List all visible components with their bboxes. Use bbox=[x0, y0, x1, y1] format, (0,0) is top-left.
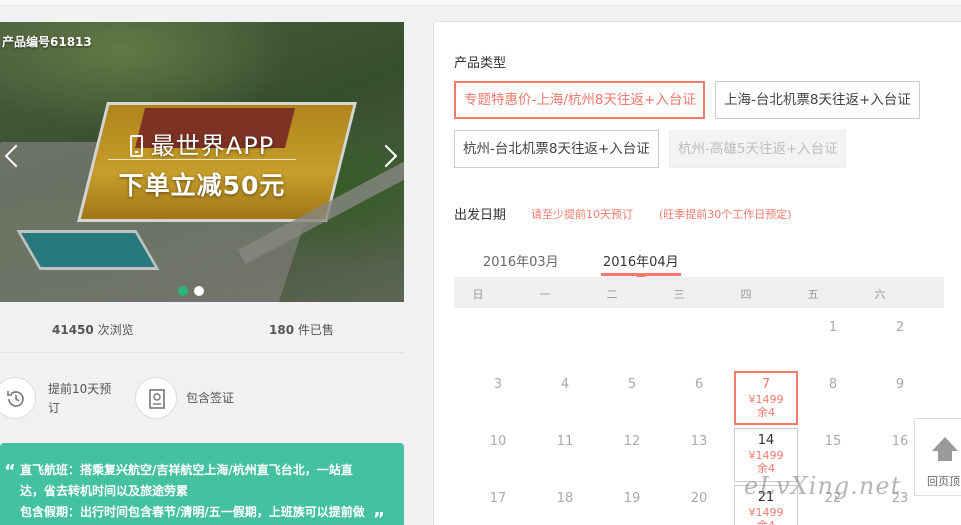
product-type-option-1[interactable]: 专题特惠价-上海/杭州8天往返+入台证 bbox=[454, 81, 705, 119]
highlight-line: 包含假期：出行时间包含春节/清明/五一假期，上班族可以提前做 bbox=[20, 505, 365, 519]
calendar-day: 15 bbox=[824, 434, 842, 449]
carousel-dots bbox=[178, 281, 210, 300]
calendar-day: 5 bbox=[627, 377, 637, 392]
back-to-top-button[interactable]: 回页顶 bbox=[914, 418, 961, 496]
carousel-dot-1[interactable] bbox=[178, 286, 188, 296]
product-type-option-2[interactable]: 上海-台北机票8天往返+入台证 bbox=[715, 81, 920, 119]
calendar-day: 11 bbox=[556, 434, 574, 449]
visa-document-icon bbox=[135, 377, 177, 419]
product-type-option-4: 杭州-高雄5天往返+入台证 bbox=[669, 130, 846, 168]
calendar-day: 4 bbox=[560, 377, 570, 392]
clock-history-icon bbox=[0, 377, 36, 419]
promo-subtitle: 下单立减50元 bbox=[118, 171, 286, 200]
product-code: 产品编号61813 bbox=[2, 35, 92, 49]
calendar-day: 1 bbox=[828, 320, 838, 335]
day-number: 14 bbox=[757, 433, 775, 448]
quote-open-icon: “ bbox=[4, 461, 16, 482]
weekday-label: 二 bbox=[606, 288, 618, 301]
phone-icon bbox=[129, 135, 143, 157]
calendar-day: 2 bbox=[895, 320, 905, 335]
departure-date-title: 出发日期 bbox=[454, 208, 507, 223]
promo-title: 最世界APP bbox=[0, 126, 404, 161]
day-price: ¥1499 bbox=[748, 393, 784, 406]
day-stock: 余4 bbox=[757, 406, 775, 419]
weekday-label: 三 bbox=[673, 288, 685, 301]
calendar-weekday-header: 日一二三四五六 bbox=[454, 277, 944, 308]
tab-month-april[interactable]: 2016年04月 bbox=[603, 251, 679, 270]
weekday-label: 日 bbox=[472, 288, 484, 301]
calendar-day: 6 bbox=[694, 377, 704, 392]
back-to-top-label: 回页顶 bbox=[927, 475, 960, 488]
promo-divider bbox=[108, 159, 296, 160]
calendar-day: 19 bbox=[623, 491, 641, 506]
booking-notice: 请至少提前10天预订 bbox=[531, 208, 633, 221]
quote-close-icon: ” bbox=[373, 509, 385, 525]
product-highlights: “ 直飞航班：搭乘复兴航空/吉祥航空上海/杭州直飞台北，一站直 达，省去转机时间… bbox=[0, 443, 404, 525]
weekday-label: 一 bbox=[539, 288, 551, 301]
product-stats: 41450 次浏览 180 件已售 bbox=[0, 302, 404, 353]
highlight-line: 达，省去转机时间以及旅途劳累 bbox=[20, 484, 189, 498]
calendar-day: 9 bbox=[895, 377, 905, 392]
day-stock: 余4 bbox=[735, 519, 797, 525]
product-features: 提前10天预订 包含签证 bbox=[0, 353, 404, 443]
product-banner-carousel[interactable]: 产品编号61813 最世界APP 下单立减50元 bbox=[0, 22, 404, 302]
watermark-logo: eLvXing.net bbox=[744, 472, 902, 500]
top-strip bbox=[0, 0, 961, 6]
tab-month-march[interactable]: 2016年03月 bbox=[483, 251, 559, 270]
calendar-day: 12 bbox=[623, 434, 641, 449]
calendar-day: 13 bbox=[690, 434, 708, 449]
weekday-label: 六 bbox=[874, 288, 886, 301]
views-stat: 41450 次浏览 bbox=[52, 323, 134, 337]
peak-season-notice: (旺季提前30个工作日预定) bbox=[659, 208, 792, 221]
carousel-dot-2[interactable] bbox=[194, 286, 204, 296]
calendar-day: 18 bbox=[556, 491, 574, 506]
calendar-day: 3 bbox=[493, 377, 503, 392]
calendar-day: 20 bbox=[690, 491, 708, 506]
visa-included-label: 包含签证 bbox=[186, 391, 235, 405]
calendar-day: 17 bbox=[489, 491, 507, 506]
day-price: ¥1499 bbox=[748, 506, 784, 519]
booking-panel: 产品类型 专题特惠价-上海/杭州8天往返+入台证 上海-台北机票8天往返+入台证… bbox=[433, 21, 961, 525]
calendar-day: 10 bbox=[489, 434, 507, 449]
calendar-day: 8 bbox=[828, 377, 838, 392]
weekday-label: 五 bbox=[807, 288, 819, 301]
day-number: 7 bbox=[761, 377, 771, 392]
product-type-option-3[interactable]: 杭州-台北机票8天往返+入台证 bbox=[454, 130, 659, 168]
product-type-title: 产品类型 bbox=[454, 56, 507, 71]
day-price: ¥1499 bbox=[748, 449, 784, 462]
calendar-day-available[interactable]: 7 ¥1499 余4 bbox=[734, 371, 798, 425]
highlight-line: 直飞航班：搭乘复兴航空/吉祥航空上海/杭州直飞台北，一站直 bbox=[20, 463, 353, 477]
weekday-label: 四 bbox=[740, 288, 752, 301]
arrow-up-icon bbox=[932, 437, 958, 451]
advance-booking-label: 提前10天预订 bbox=[48, 382, 112, 415]
sold-stat: 180 件已售 bbox=[269, 323, 334, 337]
